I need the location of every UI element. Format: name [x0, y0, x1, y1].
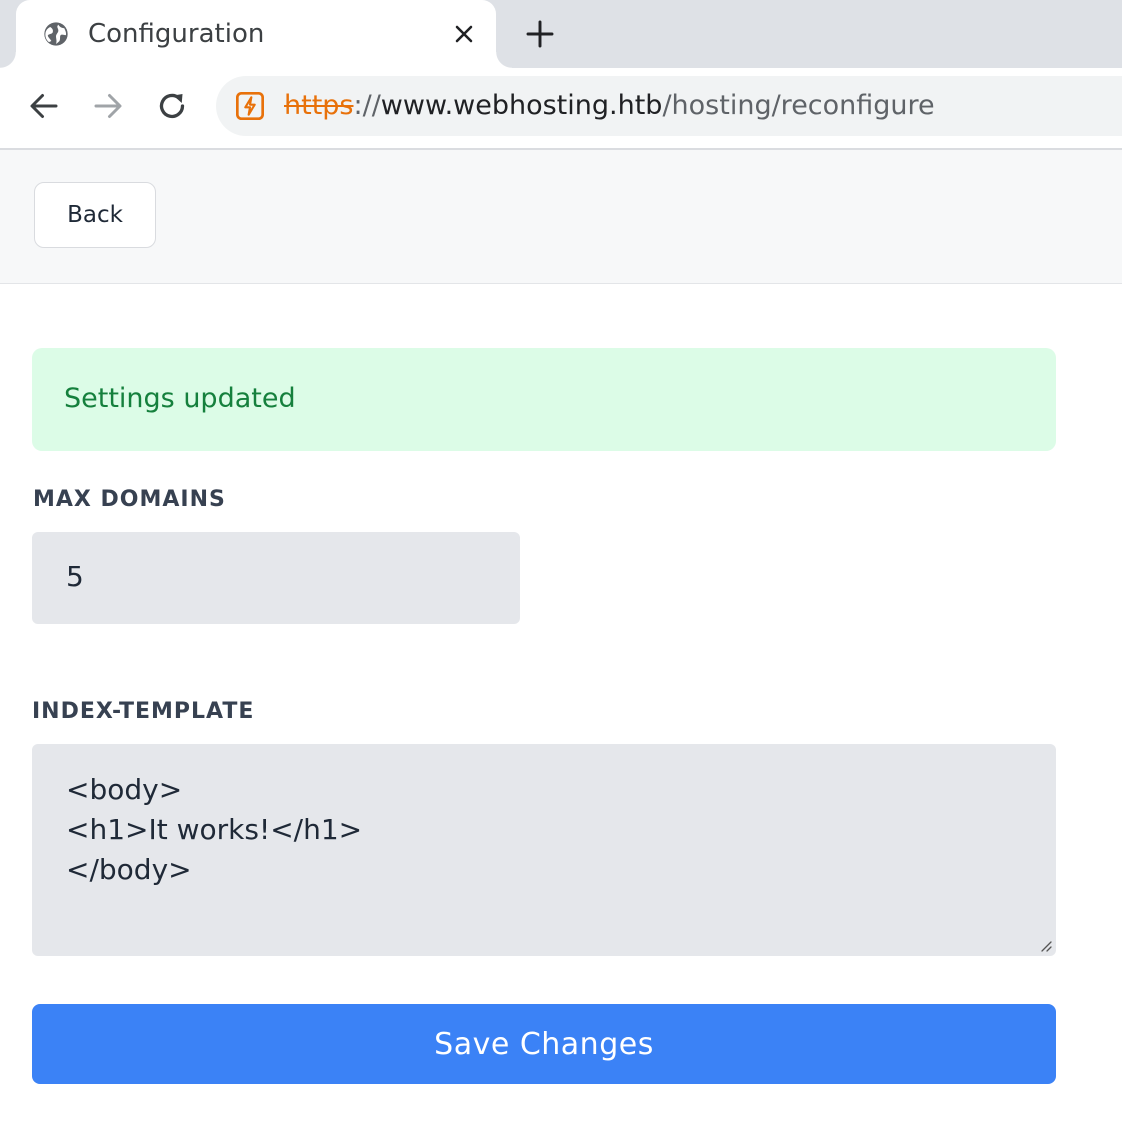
tab-title: Configuration	[88, 19, 265, 49]
browser-tab[interactable]: Configuration	[0, 0, 512, 68]
max-domains-input[interactable]: 5	[32, 532, 520, 624]
max-domains-value: 5	[66, 560, 84, 593]
back-arrow-icon[interactable]	[26, 88, 62, 124]
back-button[interactable]: Back	[34, 182, 156, 248]
close-icon[interactable]	[450, 20, 478, 48]
address-bar[interactable]: https://www.webhosting.htb/hosting/recon…	[216, 76, 1122, 136]
forward-arrow-icon[interactable]	[90, 88, 126, 124]
not-secure-icon[interactable]	[234, 90, 266, 122]
plus-icon[interactable]	[524, 18, 556, 50]
alert-message: Settings updated	[64, 383, 296, 414]
url-host: www.webhosting.htb	[380, 90, 663, 121]
reload-icon[interactable]	[154, 88, 190, 124]
page-header: Back	[0, 150, 1122, 284]
url-scheme: https	[284, 90, 354, 121]
url-separator: ://	[353, 90, 381, 121]
url-text: https://www.webhosting.htb/hosting/recon…	[284, 88, 935, 124]
index-template-label: INDEX-TEMPLATE	[32, 699, 255, 724]
index-template-content: <body> <h1>It works!</h1> </body>	[66, 773, 363, 886]
url-path: /hosting/reconfigure	[662, 90, 935, 121]
max-domains-label: MAX DOMAINS	[33, 487, 226, 512]
tab-strip: Configuration	[0, 0, 1122, 68]
index-template-textarea[interactable]: <body> <h1>It works!</h1> </body>	[32, 744, 1056, 956]
globe-icon	[44, 22, 68, 46]
resize-handle-icon[interactable]	[1038, 938, 1052, 952]
success-alert: Settings updated	[32, 348, 1056, 451]
save-changes-button[interactable]: Save Changes	[32, 1004, 1056, 1084]
browser-toolbar: https://www.webhosting.htb/hosting/recon…	[0, 68, 1122, 150]
